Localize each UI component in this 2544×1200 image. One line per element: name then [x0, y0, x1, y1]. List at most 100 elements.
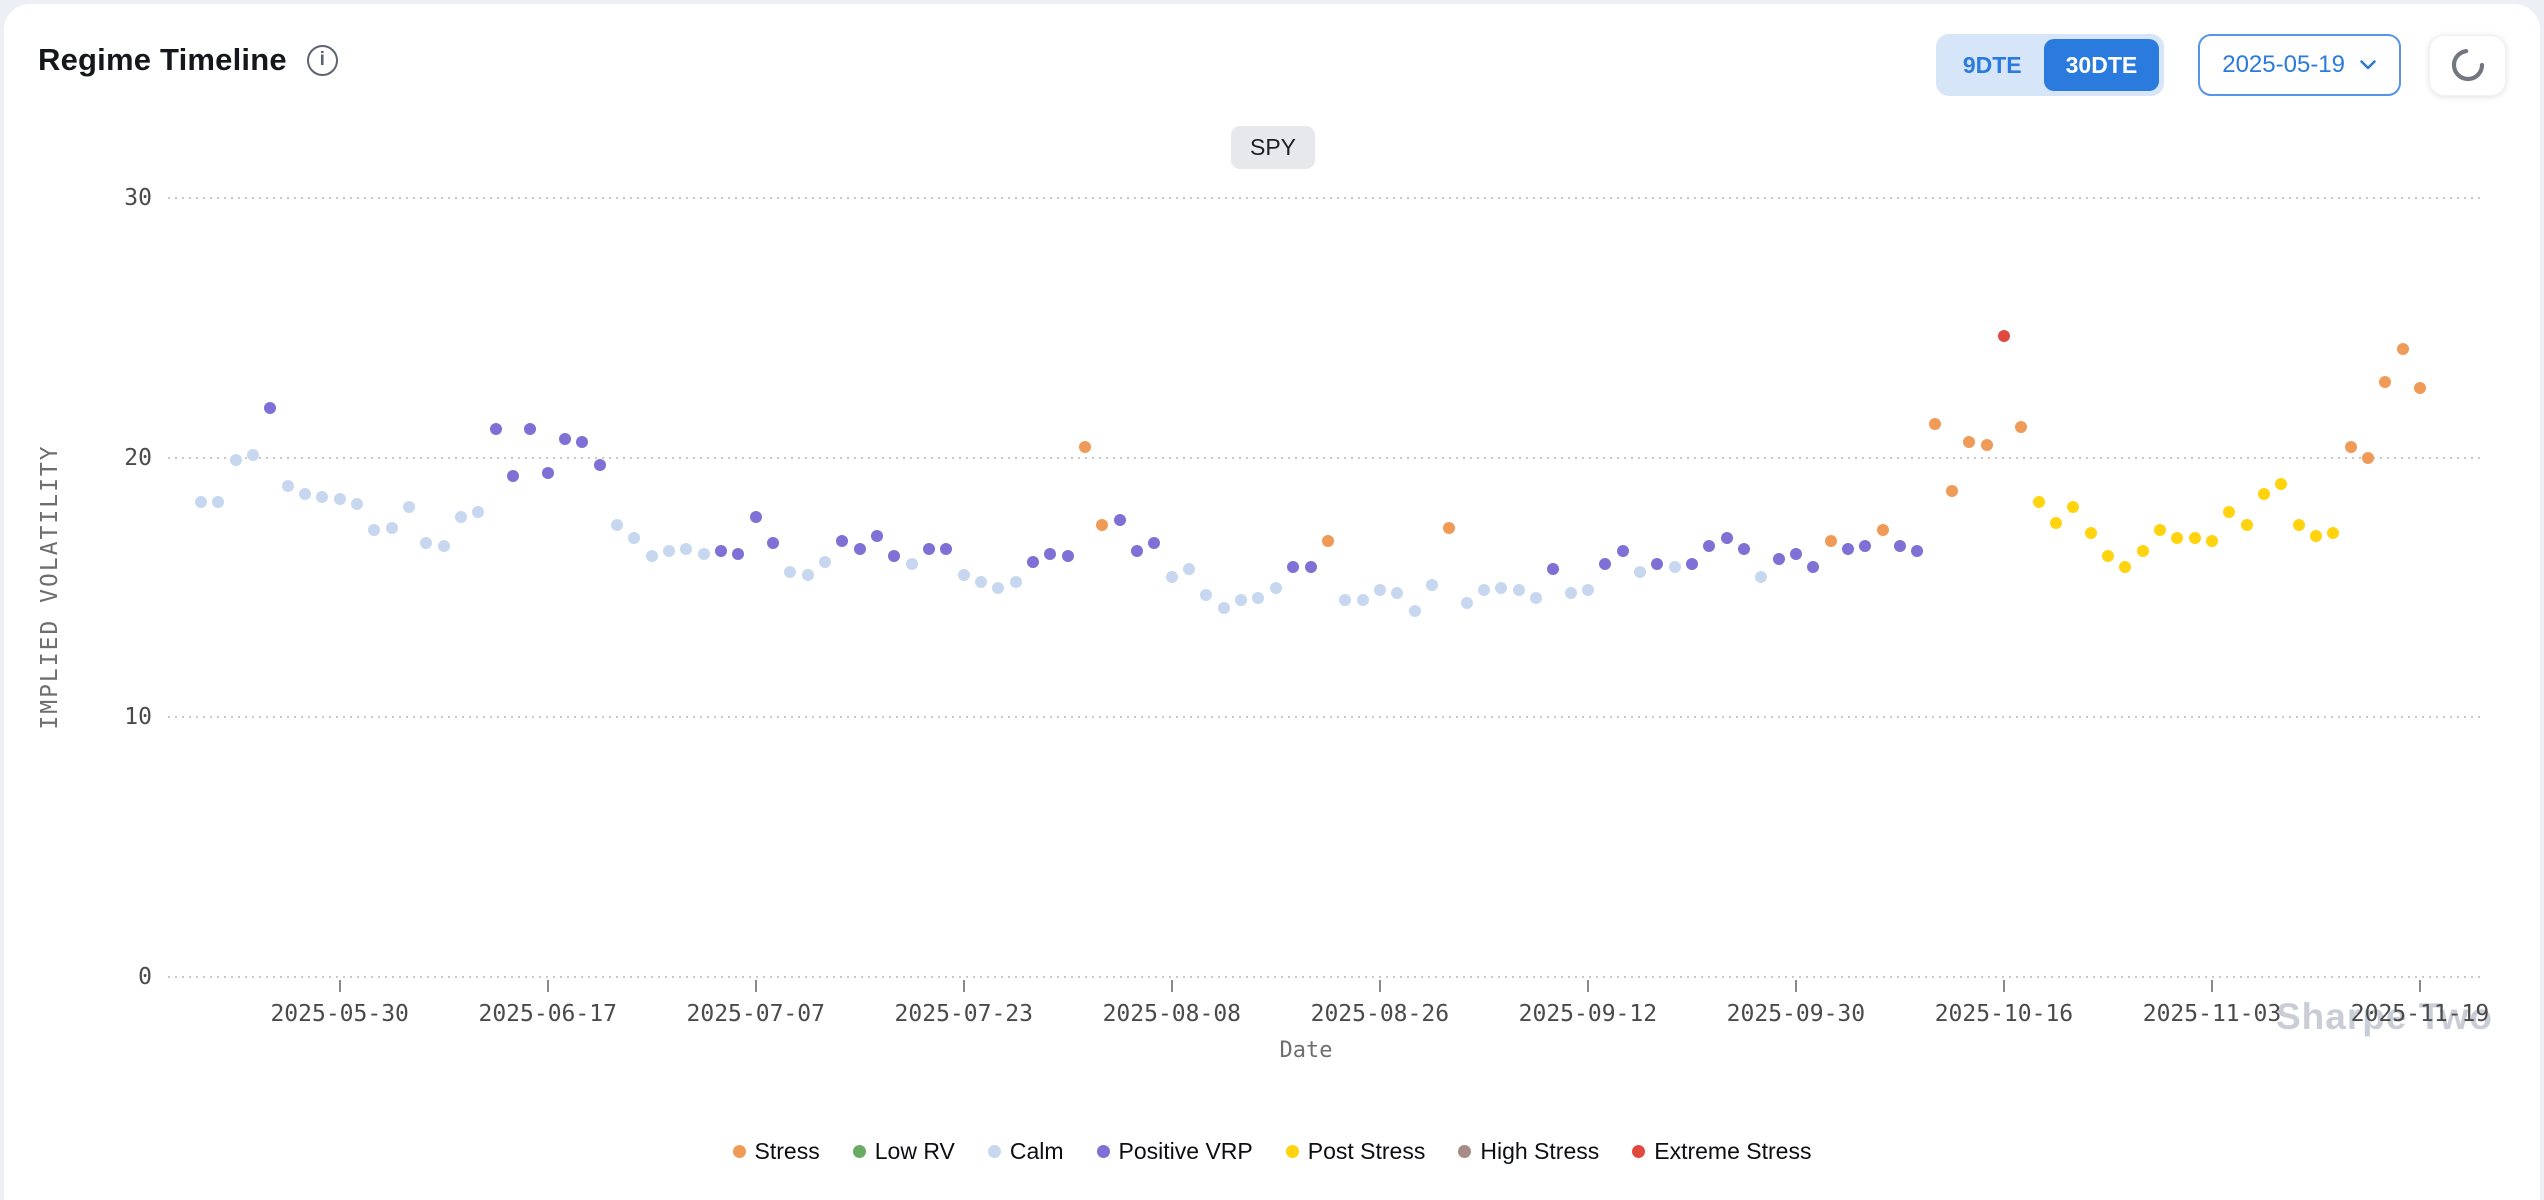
data-point-positive-vrp[interactable]	[836, 535, 848, 547]
data-point-calm[interactable]	[1374, 584, 1386, 596]
data-point-positive-vrp[interactable]	[1287, 561, 1299, 573]
data-point-positive-vrp[interactable]	[715, 545, 727, 557]
data-point-positive-vrp[interactable]	[1703, 540, 1715, 552]
data-point-calm[interactable]	[1478, 584, 1490, 596]
data-point-calm[interactable]	[819, 556, 831, 568]
data-point-calm[interactable]	[420, 537, 432, 549]
data-point-positive-vrp[interactable]	[923, 543, 935, 555]
data-point-calm[interactable]	[784, 566, 796, 578]
data-point-stress[interactable]	[1929, 418, 1941, 430]
data-point-positive-vrp[interactable]	[1894, 540, 1906, 552]
data-point-stress[interactable]	[2414, 382, 2426, 394]
data-point-stress[interactable]	[1877, 524, 1889, 536]
data-point-calm[interactable]	[906, 558, 918, 570]
data-point-positive-vrp[interactable]	[264, 402, 276, 414]
data-point-calm[interactable]	[282, 480, 294, 492]
data-point-calm[interactable]	[1461, 597, 1473, 609]
data-point-positive-vrp[interactable]	[1114, 514, 1126, 526]
data-point-calm[interactable]	[230, 454, 242, 466]
legend-item-calm[interactable]: Calm	[988, 1138, 1064, 1165]
data-point-post-stress[interactable]	[2085, 527, 2097, 539]
data-point-calm[interactable]	[698, 548, 710, 560]
data-point-positive-vrp[interactable]	[750, 511, 762, 523]
data-point-calm[interactable]	[351, 498, 363, 510]
data-point-positive-vrp[interactable]	[854, 543, 866, 555]
data-point-positive-vrp[interactable]	[1062, 550, 1074, 562]
data-point-post-stress[interactable]	[2293, 519, 2305, 531]
data-point-calm[interactable]	[611, 519, 623, 531]
chart-plot[interactable]: IMPLIED VOLATILITY Date Sharpe Two 01020…	[4, 4, 2540, 1200]
data-point-positive-vrp[interactable]	[490, 423, 502, 435]
data-point-calm[interactable]	[1166, 571, 1178, 583]
data-point-stress[interactable]	[2379, 376, 2391, 388]
data-point-positive-vrp[interactable]	[1617, 545, 1629, 557]
data-point-calm[interactable]	[1634, 566, 1646, 578]
data-point-post-stress[interactable]	[2171, 532, 2183, 544]
data-point-stress[interactable]	[1322, 535, 1334, 547]
data-point-post-stress[interactable]	[2223, 506, 2235, 518]
data-point-positive-vrp[interactable]	[1842, 543, 1854, 555]
data-point-positive-vrp[interactable]	[940, 543, 952, 555]
data-point-calm[interactable]	[1755, 571, 1767, 583]
data-point-calm[interactable]	[1357, 594, 1369, 606]
data-point-calm[interactable]	[247, 449, 259, 461]
data-point-positive-vrp[interactable]	[1651, 558, 1663, 570]
data-point-positive-vrp[interactable]	[559, 433, 571, 445]
data-point-calm[interactable]	[1183, 563, 1195, 575]
data-point-calm[interactable]	[455, 511, 467, 523]
data-point-calm[interactable]	[1565, 587, 1577, 599]
data-point-positive-vrp[interactable]	[1738, 543, 1750, 555]
data-point-positive-vrp[interactable]	[1773, 553, 1785, 565]
data-point-calm[interactable]	[1218, 602, 1230, 614]
legend-item-extreme-stress[interactable]: Extreme Stress	[1632, 1138, 1811, 1165]
data-point-post-stress[interactable]	[2241, 519, 2253, 531]
data-point-positive-vrp[interactable]	[1305, 561, 1317, 573]
data-point-calm[interactable]	[368, 524, 380, 536]
data-point-post-stress[interactable]	[2102, 550, 2114, 562]
data-point-positive-vrp[interactable]	[1131, 545, 1143, 557]
data-point-stress[interactable]	[1981, 439, 1993, 451]
data-point-post-stress[interactable]	[2137, 545, 2149, 557]
data-point-calm[interactable]	[1495, 582, 1507, 594]
data-point-stress[interactable]	[1096, 519, 1108, 531]
data-point-stress[interactable]	[1963, 436, 1975, 448]
data-point-stress[interactable]	[2362, 452, 2374, 464]
data-point-calm[interactable]	[212, 496, 224, 508]
legend-item-positive-vrp[interactable]: Positive VRP	[1097, 1138, 1253, 1165]
data-point-calm[interactable]	[1339, 594, 1351, 606]
data-point-positive-vrp[interactable]	[732, 548, 744, 560]
data-point-calm[interactable]	[195, 496, 207, 508]
data-point-positive-vrp[interactable]	[507, 470, 519, 482]
data-point-calm[interactable]	[299, 488, 311, 500]
data-point-calm[interactable]	[386, 522, 398, 534]
data-point-positive-vrp[interactable]	[767, 537, 779, 549]
data-point-calm[interactable]	[1252, 592, 1264, 604]
data-point-post-stress[interactable]	[2310, 530, 2322, 542]
data-point-positive-vrp[interactable]	[871, 530, 883, 542]
data-point-extreme-stress[interactable]	[1998, 330, 2010, 342]
data-point-calm[interactable]	[1582, 584, 1594, 596]
data-point-positive-vrp[interactable]	[1027, 556, 1039, 568]
legend-item-stress[interactable]: Stress	[733, 1138, 820, 1165]
data-point-calm[interactable]	[628, 532, 640, 544]
data-point-stress[interactable]	[1079, 441, 1091, 453]
data-point-calm[interactable]	[802, 569, 814, 581]
data-point-positive-vrp[interactable]	[576, 436, 588, 448]
data-point-calm[interactable]	[992, 582, 1004, 594]
data-point-positive-vrp[interactable]	[1148, 537, 1160, 549]
data-point-calm[interactable]	[1010, 576, 1022, 588]
legend-item-low-rv[interactable]: Low RV	[853, 1138, 955, 1165]
data-point-calm[interactable]	[1530, 592, 1542, 604]
data-point-stress[interactable]	[1946, 485, 1958, 497]
data-point-positive-vrp[interactable]	[594, 459, 606, 471]
data-point-positive-vrp[interactable]	[1859, 540, 1871, 552]
data-point-calm[interactable]	[1409, 605, 1421, 617]
data-point-calm[interactable]	[403, 501, 415, 513]
data-point-post-stress[interactable]	[2189, 532, 2201, 544]
data-point-positive-vrp[interactable]	[1044, 548, 1056, 560]
data-point-calm[interactable]	[663, 545, 675, 557]
data-point-stress[interactable]	[2397, 343, 2409, 355]
data-point-positive-vrp[interactable]	[1686, 558, 1698, 570]
data-point-calm[interactable]	[1235, 594, 1247, 606]
data-point-post-stress[interactable]	[2327, 527, 2339, 539]
